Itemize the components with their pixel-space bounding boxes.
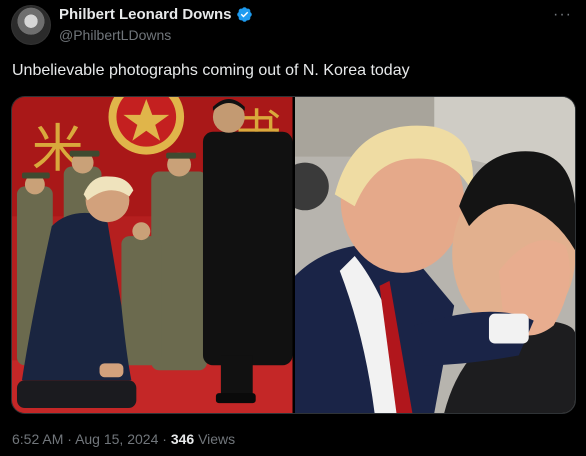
avatar[interactable] <box>11 5 51 45</box>
tweet-text: Unbelievable photographs coming out of N… <box>12 62 410 79</box>
meta-separator: · <box>162 431 167 447</box>
tweet-meta: 6:52 AM · Aug 15, 2024 · 346 Views <box>12 431 235 447</box>
author-handle[interactable]: @PhilbertLDowns <box>59 27 171 43</box>
tweet-time[interactable]: 6:52 AM <box>12 431 63 447</box>
verified-badge-icon <box>236 7 252 22</box>
photo-2[interactable] <box>294 97 575 413</box>
views-count: 346 <box>170 431 195 447</box>
photo-1-image: 米 书 <box>12 97 293 413</box>
author-display-name[interactable]: Philbert Leonard Downs <box>59 6 232 23</box>
photo-1[interactable]: 米 书 <box>12 97 293 413</box>
tweet-date[interactable]: Aug 15, 2024 <box>75 431 158 447</box>
views-label: Views <box>198 431 236 447</box>
media-grid: 米 书 <box>11 96 576 414</box>
author-name-row: Philbert Leonard Downs <box>59 6 253 23</box>
meta-separator: · <box>67 431 72 447</box>
more-horizontal-icon[interactable]: ··· <box>553 6 572 24</box>
photo-2-image <box>294 97 575 413</box>
